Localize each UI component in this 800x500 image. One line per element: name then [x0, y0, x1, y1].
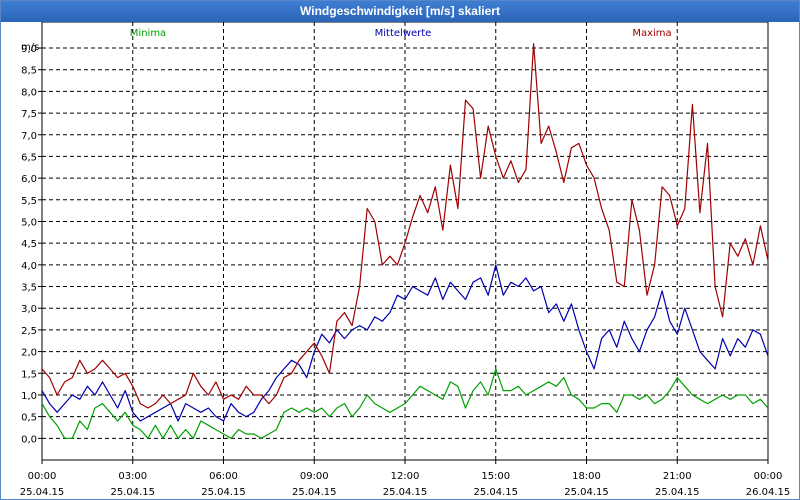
x-tick-date: 26.04.15: [746, 487, 791, 498]
y-tick-label: 3,5: [21, 283, 37, 294]
x-tick-time: 09:00: [300, 471, 329, 482]
y-tick-label: 2,5: [21, 326, 37, 337]
y-tick-label: 6,0: [21, 174, 37, 185]
y-tick-label: 6,5: [21, 152, 37, 163]
x-tick-date: 25.04.15: [20, 487, 65, 498]
y-tick-label: 1,5: [21, 369, 37, 380]
x-tick-date: 25.04.15: [473, 487, 518, 498]
window-title: Windgeschwindigkeit [m/s] skaliert: [1, 1, 799, 22]
legend-maxima: Maxima: [632, 28, 671, 39]
y-tick-label: 8,5: [21, 66, 37, 77]
y-tick-label: 7,0: [21, 131, 37, 142]
y-tick-label: 5,0: [21, 217, 37, 228]
x-tick-date: 25.04.15: [201, 487, 246, 498]
y-tick-label: 0,0: [21, 434, 37, 445]
x-tick-time: 06:00: [209, 471, 238, 482]
x-tick-date: 25.04.15: [655, 487, 700, 498]
y-tick-label: 4,0: [21, 261, 37, 272]
legend-mittelwerte: Mittelwerte: [375, 28, 432, 39]
y-tick-labels: 0,0 0,5 1,0 1,5 2,0 2,5 3,0 3,5 4,0 4,5 5,0 5,5 6,0 6…: [21, 44, 42, 445]
y-tick-label: 3,0: [21, 304, 37, 315]
x-tick-labels: 00:00 25.04.15 03:00 25.04.15 06:00 25.04.15 0…: [20, 460, 791, 498]
x-tick-date: 25.04.15: [292, 487, 337, 498]
y-tick-label: 4,5: [21, 239, 37, 250]
y-tick-label: 5,5: [21, 196, 37, 207]
x-tick-time: 18:00: [572, 471, 601, 482]
wind-speed-chart: m/s Minima Mittelwerte Maxima 0,00,51,01…: [20, 22, 791, 498]
x-tick-time: 21:00: [663, 471, 692, 482]
y-tick-label: 7,5: [21, 109, 37, 120]
x-tick-date: 25.04.15: [383, 487, 428, 498]
x-tick-time: 00:00: [754, 471, 783, 482]
chart-window: Windgeschwindigkeit [m/s] skaliert m/s M…: [0, 0, 800, 500]
y-tick-label: 0,5: [21, 413, 37, 424]
x-tick-time: 00:00: [28, 471, 57, 482]
x-tick-time: 03:00: [118, 471, 147, 482]
x-tick-time: 12:00: [391, 471, 420, 482]
y-tick-label: 2,0: [21, 348, 37, 359]
legend-minima: Minima: [130, 28, 166, 39]
x-tick-date: 25.04.15: [564, 487, 609, 498]
y-tick-label: 8,0: [21, 87, 37, 98]
x-tick-time: 15:00: [481, 471, 510, 482]
x-tick-date: 25.04.15: [110, 487, 155, 498]
y-tick-label: 1,0: [21, 391, 37, 402]
y-tick-label: 9,0: [21, 44, 37, 55]
